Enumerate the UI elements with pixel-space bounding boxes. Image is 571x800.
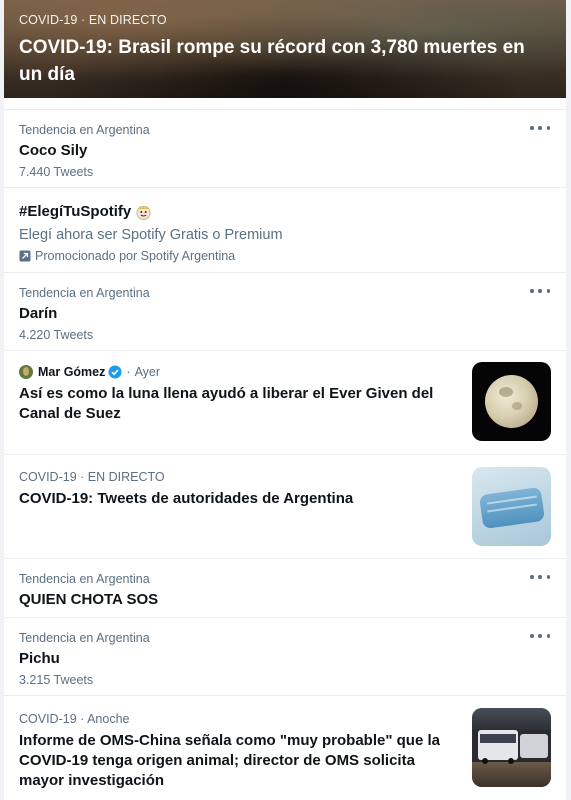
hero-title: COVID-19: Brasil rompe su récord con 3,7… <box>19 37 525 85</box>
trend-title: Darín <box>19 305 58 322</box>
hero-news-card[interactable]: COVID-19 · EN DIRECTO COVID-19: Brasil r… <box>4 0 566 98</box>
promoted-title: #ElegíTuSpotify <box>19 203 132 220</box>
trend-tweet-count: 7.440 Tweets <box>19 165 94 179</box>
trend-item-quien-chota-sos[interactable]: Tendencia en Argentina QUIEN CHOTA SOS <box>4 559 566 618</box>
divider <box>4 98 566 110</box>
story-item-oms-china[interactable]: COVID-19 · Anoche Informe de OMS-China s… <box>4 696 566 800</box>
promoted-by-row: Promocionado por Spotify Argentina <box>19 248 551 264</box>
more-options-icon[interactable] <box>530 630 550 642</box>
face-mask-image <box>472 467 551 546</box>
promoted-arrow-icon <box>19 250 31 262</box>
trend-title: Coco Sily <box>19 142 88 159</box>
more-options-icon[interactable] <box>530 285 550 297</box>
promoted-title-row: #ElegíTuSpotify <box>19 202 551 222</box>
bus-station-image <box>472 708 551 787</box>
story-item-moon[interactable]: Mar Gómez · Ayer Así es como la luna lle… <box>4 351 566 455</box>
hero-meta: COVID-19 · EN DIRECTO <box>19 13 167 27</box>
trend-item-pichu[interactable]: Tendencia en Argentina Pichu 3.215 Tweet… <box>4 618 566 696</box>
story-item-covid-authorities[interactable]: COVID-19 · EN DIRECTO COVID-19: Tweets d… <box>4 455 566 559</box>
story-title: COVID-19: Tweets de autoridades de Argen… <box>19 490 354 507</box>
promoted-trend-spotify[interactable]: #ElegíTuSpotify Elegí ahora ser Spotify … <box>4 188 566 273</box>
story-title: Informe de OMS-China señala como "muy pr… <box>19 732 440 789</box>
story-author: Mar Gómez <box>38 365 106 379</box>
trends-panel: COVID-19 · EN DIRECTO COVID-19: Brasil r… <box>4 0 566 800</box>
more-options-icon[interactable] <box>530 122 550 134</box>
story-title: Así es como la luna llena ayudó a libera… <box>19 385 434 422</box>
trend-title: Pichu <box>19 650 60 667</box>
trend-tweet-count: 3.215 Tweets <box>19 673 94 687</box>
meta-separator: · <box>126 365 131 379</box>
verified-badge-icon <box>108 365 122 379</box>
moon-image <box>472 362 551 441</box>
story-time: Ayer <box>134 365 161 379</box>
trend-meta: Tendencia en Argentina <box>19 123 150 137</box>
trend-meta: Tendencia en Argentina <box>19 572 150 586</box>
spotify-emoji-icon <box>136 205 151 220</box>
avatar <box>19 365 33 379</box>
promoted-description: Elegí ahora ser Spotify Gratis o Premium <box>19 227 283 243</box>
trend-tweet-count: 4.220 Tweets <box>19 328 94 342</box>
trend-meta: Tendencia en Argentina <box>19 631 150 645</box>
promoted-by-label: Promocionado por Spotify Argentina <box>35 249 236 263</box>
trend-meta: Tendencia en Argentina <box>19 286 150 300</box>
more-options-icon[interactable] <box>530 571 550 583</box>
trend-item-darin[interactable]: Tendencia en Argentina Darín 4.220 Tweet… <box>4 273 566 351</box>
trend-title: QUIEN CHOTA SOS <box>19 591 159 608</box>
trend-item-coco-sily[interactable]: Tendencia en Argentina Coco Sily 7.440 T… <box>4 110 566 188</box>
